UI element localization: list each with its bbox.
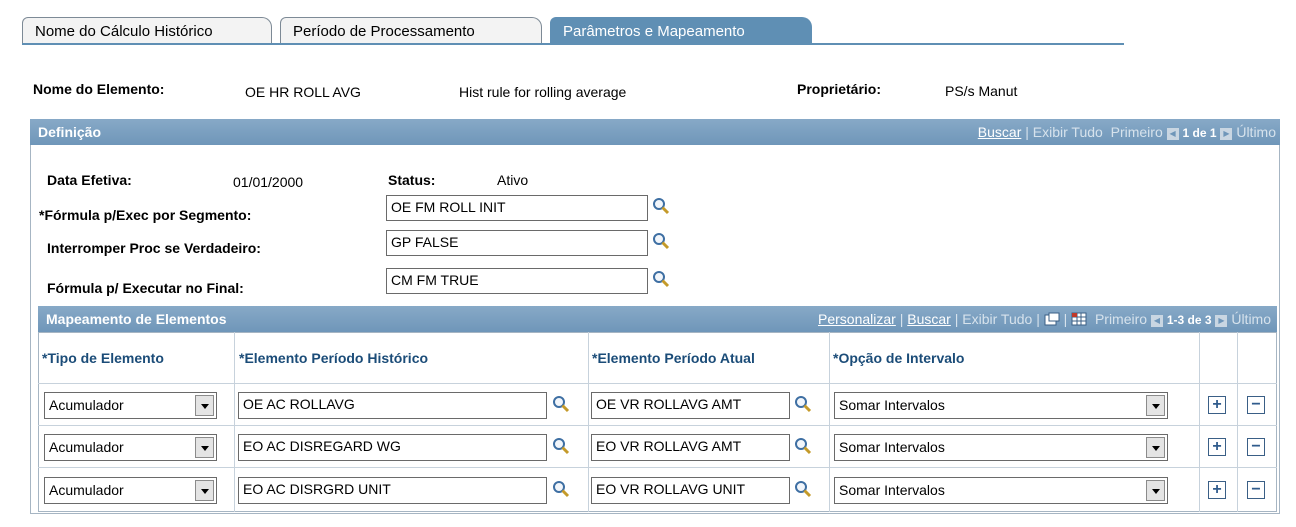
effective-date-label: Data Efetiva:	[47, 172, 132, 188]
definition-title: Definição	[38, 124, 102, 140]
column-header-element-type[interactable]: *Tipo de Elemento	[42, 350, 164, 366]
lookup-icon[interactable]	[552, 480, 570, 498]
interval-option-select[interactable]: Somar Intervalos	[834, 477, 1168, 504]
row-count: 1 de 1	[1182, 126, 1217, 140]
first-link: Primeiro	[1094, 311, 1148, 327]
mapping-grid-header: Mapeamento de Elementos Personalizar | B…	[38, 306, 1277, 332]
tab-label: Nome do Cálculo Histórico	[35, 23, 213, 40]
segment-formula-label: *Fórmula p/Exec por Segmento:	[39, 207, 252, 223]
personalize-link[interactable]: Personalizar	[818, 311, 896, 327]
status-value: Ativo	[497, 172, 529, 188]
lookup-icon[interactable]	[652, 270, 670, 288]
historical-element-input[interactable]: OE AC ROLLAVG	[238, 392, 547, 419]
tab-nome-calculo-historico[interactable]: Nome do Cálculo Histórico	[22, 17, 272, 44]
stop-if-true-label: Interromper Proc se Verdadeiro:	[47, 240, 261, 256]
lookup-icon[interactable]	[552, 437, 570, 455]
column-divider	[1199, 332, 1200, 512]
next-arrow-icon: ▶	[1220, 128, 1233, 140]
last-link: Último	[1231, 311, 1271, 327]
delete-row-button[interactable]: −	[1247, 438, 1265, 456]
tab-underline	[22, 43, 1124, 45]
dropdown-arrow-icon[interactable]	[1146, 480, 1165, 501]
current-element-input[interactable]: EO VR ROLLAVG AMT	[591, 434, 790, 461]
view-all-link: Exibir Tudo	[962, 311, 1033, 327]
interval-option-value: Somar Intervalos	[839, 439, 945, 455]
element-type-value: Acumulador	[49, 439, 124, 455]
column-header-interval-option[interactable]: *Opção de Intervalo	[833, 350, 964, 366]
column-divider	[234, 332, 235, 512]
view-all-link: Exibir Tudo	[1032, 124, 1103, 140]
find-link[interactable]: Buscar	[907, 311, 951, 327]
mapping-title: Mapeamento de Elementos	[46, 311, 227, 327]
previous-arrow-icon: ◀	[1166, 128, 1179, 140]
lookup-icon[interactable]	[794, 480, 812, 498]
effective-date-value: 01/01/2000	[233, 174, 304, 190]
add-row-button[interactable]: +	[1208, 396, 1226, 414]
column-header-current-element[interactable]: *Elemento Período Atual	[592, 350, 755, 366]
lookup-icon[interactable]	[652, 197, 670, 215]
historical-element-input[interactable]: EO AC DISREGARD WG	[238, 434, 547, 461]
first-link: Primeiro	[1110, 124, 1163, 140]
lookup-icon[interactable]	[652, 232, 670, 250]
next-arrow-icon: ▶	[1215, 315, 1228, 327]
element-type-value: Acumulador	[49, 482, 124, 498]
element-type-select[interactable]: Acumulador	[44, 392, 217, 419]
previous-arrow-icon: ◀	[1150, 315, 1163, 327]
column-divider	[1237, 332, 1238, 512]
dropdown-arrow-icon[interactable]	[195, 395, 214, 416]
lookup-icon[interactable]	[794, 395, 812, 413]
element-type-select[interactable]: Acumulador	[44, 434, 217, 461]
element-description: Hist rule for rolling average	[459, 84, 627, 100]
element-type-select[interactable]: Acumulador	[44, 477, 217, 504]
delete-row-button[interactable]: −	[1247, 396, 1265, 414]
interval-option-value: Somar Intervalos	[839, 397, 945, 413]
last-link: Último	[1236, 124, 1276, 140]
row-divider	[38, 467, 1277, 468]
tab-parametros-mapeamento[interactable]: Parâmetros e Mapeamento	[550, 17, 812, 44]
element-name-value: OE HR ROLL AVG	[245, 84, 361, 100]
tab-label: Parâmetros e Mapeamento	[563, 23, 745, 40]
lookup-icon[interactable]	[552, 395, 570, 413]
mapping-nav: Personalizar | Buscar | Exibir Tudo | | …	[818, 311, 1271, 327]
column-divider	[829, 332, 830, 512]
dropdown-arrow-icon[interactable]	[195, 480, 214, 501]
lookup-icon[interactable]	[794, 437, 812, 455]
interval-option-select[interactable]: Somar Intervalos	[834, 392, 1168, 419]
new-window-icon[interactable]	[1044, 312, 1060, 326]
delete-row-button[interactable]: −	[1247, 481, 1265, 499]
definition-header: Definição Buscar | Exibir Tudo Primeiro …	[30, 119, 1280, 145]
find-link[interactable]: Buscar	[978, 124, 1022, 140]
current-element-input[interactable]: OE VR ROLLAVG AMT	[591, 392, 790, 419]
row-divider	[38, 425, 1277, 426]
column-divider	[588, 332, 589, 512]
final-formula-label: Fórmula p/ Executar no Final:	[47, 280, 244, 296]
dropdown-arrow-icon[interactable]	[1146, 395, 1165, 416]
interval-option-value: Somar Intervalos	[839, 482, 945, 498]
row-count: 1-3 de 3	[1166, 313, 1212, 327]
download-grid-icon[interactable]	[1071, 312, 1087, 326]
add-row-button[interactable]: +	[1208, 438, 1226, 456]
element-name-label: Nome do Elemento:	[33, 81, 165, 97]
owner-label: Proprietário:	[797, 81, 882, 97]
dropdown-arrow-icon[interactable]	[195, 437, 214, 458]
status-label: Status:	[388, 172, 436, 188]
stop-if-true-input[interactable]: GP FALSE	[386, 230, 648, 256]
owner-value: PS/s Manut	[945, 83, 1018, 99]
final-formula-input[interactable]: CM FM TRUE	[386, 268, 648, 294]
column-header-historical-element[interactable]: *Elemento Período Histórico	[239, 350, 428, 366]
element-type-value: Acumulador	[49, 397, 124, 413]
current-element-input[interactable]: EO VR ROLLAVG UNIT	[591, 477, 790, 504]
tab-periodo-processamento[interactable]: Período de Processamento	[280, 17, 542, 44]
segment-formula-input[interactable]: OE FM ROLL INIT	[386, 195, 648, 221]
tab-label: Período de Processamento	[293, 23, 475, 40]
definition-nav: Buscar | Exibir Tudo Primeiro ◀ 1 de 1 ▶…	[977, 124, 1276, 140]
interval-option-select[interactable]: Somar Intervalos	[834, 434, 1168, 461]
row-divider	[38, 383, 1277, 384]
historical-element-input[interactable]: EO AC DISRGRD UNIT	[238, 477, 547, 504]
add-row-button[interactable]: +	[1208, 481, 1226, 499]
dropdown-arrow-icon[interactable]	[1146, 437, 1165, 458]
